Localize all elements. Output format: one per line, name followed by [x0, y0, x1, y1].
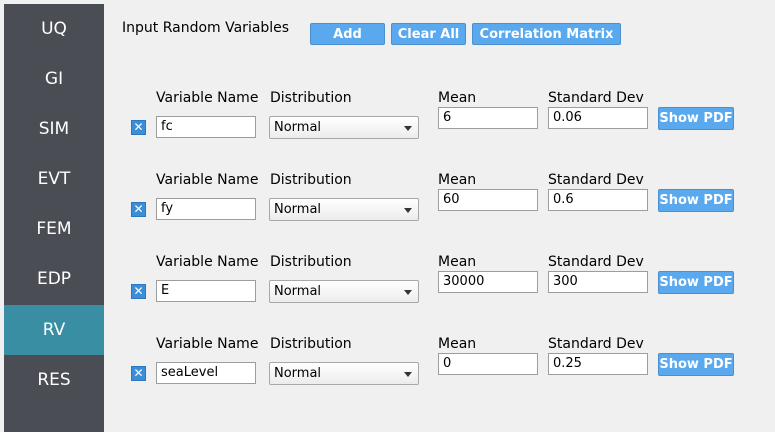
sidebar-item-label: UQ [41, 19, 67, 39]
mean-label: Mean [438, 336, 477, 352]
variable-name-label: Variable Name [156, 90, 259, 106]
variable-row: ✕ Variable Name fc Distribution Normal M… [0, 88, 775, 170]
remove-checkbox[interactable]: ✕ [131, 202, 146, 217]
std-input[interactable]: 0.25 [548, 353, 648, 375]
distribution-label: Distribution [270, 254, 352, 270]
chevron-down-icon [404, 208, 412, 213]
distribution-label: Distribution [270, 90, 352, 106]
variable-name-input[interactable]: seaLevel [156, 362, 256, 384]
variable-row: ✕ Variable Name fy Distribution Normal M… [0, 170, 775, 252]
variable-name-input[interactable]: fy [156, 198, 256, 220]
add-button[interactable]: Add [310, 23, 385, 45]
distribution-label: Distribution [270, 336, 352, 352]
std-label: Standard Dev [548, 254, 644, 270]
distribution-value: Normal [274, 120, 322, 135]
mean-input[interactable]: 6 [438, 107, 538, 129]
show-pdf-button[interactable]: Show PDF [658, 107, 734, 130]
variable-name-label: Variable Name [156, 172, 259, 188]
close-icon: ✕ [133, 202, 144, 216]
variable-name-input[interactable]: fc [156, 116, 256, 138]
close-icon: ✕ [133, 120, 144, 134]
mean-label: Mean [438, 172, 477, 188]
chevron-down-icon [404, 126, 412, 131]
mean-input[interactable]: 0 [438, 353, 538, 375]
close-icon: ✕ [133, 366, 144, 380]
chevron-down-icon [404, 290, 412, 295]
correlation-matrix-button[interactable]: Correlation Matrix [472, 23, 621, 45]
clear-all-button[interactable]: Clear All [391, 23, 466, 45]
distribution-select[interactable]: Normal [269, 280, 419, 303]
distribution-value: Normal [274, 202, 322, 217]
chevron-down-icon [404, 372, 412, 377]
std-label: Standard Dev [548, 172, 644, 188]
remove-checkbox[interactable]: ✕ [131, 284, 146, 299]
variable-row: ✕ Variable Name E Distribution Normal Me… [0, 252, 775, 334]
variable-name-label: Variable Name [156, 254, 259, 270]
distribution-select[interactable]: Normal [269, 116, 419, 139]
sidebar-item-uq[interactable]: UQ [4, 4, 104, 54]
mean-input[interactable]: 60 [438, 189, 538, 211]
std-label: Standard Dev [548, 90, 644, 106]
distribution-label: Distribution [270, 172, 352, 188]
mean-input[interactable]: 30000 [438, 271, 538, 293]
std-input[interactable]: 0.6 [548, 189, 648, 211]
page-title: Input Random Variables [122, 20, 290, 36]
close-icon: ✕ [133, 284, 144, 298]
std-label: Standard Dev [548, 336, 644, 352]
remove-checkbox[interactable]: ✕ [131, 366, 146, 381]
show-pdf-button[interactable]: Show PDF [658, 189, 734, 212]
variable-name-label: Variable Name [156, 336, 259, 352]
distribution-value: Normal [274, 366, 322, 381]
distribution-select[interactable]: Normal [269, 362, 419, 385]
variable-row: ✕ Variable Name seaLevel Distribution No… [0, 334, 775, 416]
show-pdf-button[interactable]: Show PDF [658, 271, 734, 294]
std-input[interactable]: 0.06 [548, 107, 648, 129]
variable-name-input[interactable]: E [156, 280, 256, 302]
remove-checkbox[interactable]: ✕ [131, 120, 146, 135]
distribution-value: Normal [274, 284, 322, 299]
mean-label: Mean [438, 254, 477, 270]
std-input[interactable]: 300 [548, 271, 648, 293]
show-pdf-button[interactable]: Show PDF [658, 353, 734, 376]
distribution-select[interactable]: Normal [269, 198, 419, 221]
sidebar-item-label: GI [44, 69, 64, 89]
mean-label: Mean [438, 90, 477, 106]
